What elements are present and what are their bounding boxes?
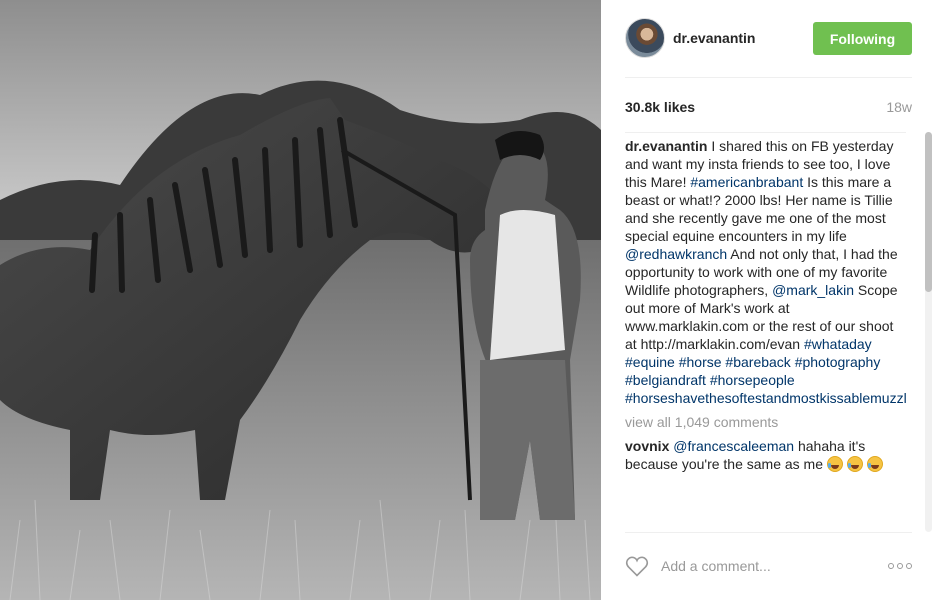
- tears-of-joy-emoji-icon: [846, 456, 863, 472]
- avatar[interactable]: [625, 18, 665, 58]
- comments-scrollbar[interactable]: [925, 132, 932, 532]
- post-footer: Add a comment...: [625, 532, 912, 600]
- more-options-icon[interactable]: [888, 563, 912, 569]
- hashtag-equine[interactable]: #equine: [625, 354, 675, 370]
- hashtag-bareback[interactable]: #bareback: [725, 354, 790, 370]
- hashtag-americanbrabant[interactable]: #americanbrabant: [690, 174, 803, 190]
- add-comment-input[interactable]: Add a comment...: [661, 558, 771, 574]
- hashtag-whataday[interactable]: #whataday: [804, 336, 872, 352]
- horse-photo-image: [0, 0, 601, 600]
- caption-username[interactable]: dr.evanantin: [625, 138, 707, 154]
- comments-list[interactable]: dr.evanantin I shared this on FB yesterd…: [625, 132, 906, 532]
- laughing-emoji-group: [826, 456, 883, 472]
- heart-icon[interactable]: [625, 555, 649, 577]
- hashtag-horse[interactable]: #horse: [679, 354, 722, 370]
- dot: [897, 563, 903, 569]
- hashtag-belgiandraft[interactable]: #belgiandraft: [625, 372, 706, 388]
- comment-mention[interactable]: @francescaleeman: [673, 438, 794, 454]
- view-all-comments-link[interactable]: view all 1,049 comments: [625, 413, 906, 431]
- comment-item: vovnix @francescaleeman hahaha it's beca…: [625, 437, 903, 473]
- likes-count[interactable]: 30.8k likes: [625, 99, 695, 115]
- dot: [888, 563, 894, 569]
- post-side-panel: dr.evanantin Following 30.8k likes 18w d…: [601, 0, 936, 600]
- hashtag-horseshavethesoftest[interactable]: #horseshavethesoftestandmostkissablemuzz…: [625, 390, 906, 406]
- tears-of-joy-emoji-icon: [866, 456, 883, 472]
- mention-mark-lakin[interactable]: @mark_lakin: [772, 282, 854, 298]
- mention-redhawkranch[interactable]: @redhawkranch: [625, 246, 727, 262]
- scrollbar-thumb[interactable]: [925, 132, 932, 292]
- tears-of-joy-emoji-icon: [826, 456, 843, 472]
- dot: [906, 563, 912, 569]
- post-stats: 30.8k likes 18w: [625, 96, 912, 122]
- following-button[interactable]: Following: [813, 22, 912, 55]
- post-header: dr.evanantin Following: [625, 18, 912, 78]
- post-time[interactable]: 18w: [886, 99, 912, 115]
- caption: dr.evanantin I shared this on FB yesterd…: [625, 137, 906, 407]
- comment-username[interactable]: vovnix: [625, 438, 669, 454]
- post-photo[interactable]: [0, 0, 601, 600]
- hashtag-photography[interactable]: #photography: [795, 354, 881, 370]
- username-link[interactable]: dr.evanantin: [673, 30, 755, 46]
- hashtag-horsepeople[interactable]: #horsepeople: [710, 372, 795, 388]
